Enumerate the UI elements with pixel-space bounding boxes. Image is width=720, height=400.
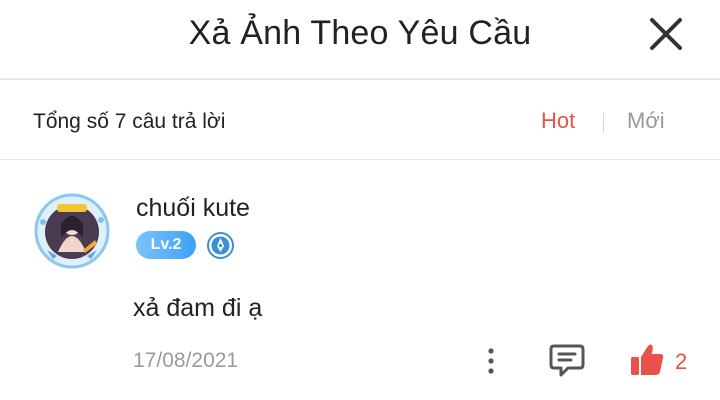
close-button[interactable] [646,14,686,54]
total-answers-label: Tổng số 7 câu trả lời [33,110,226,133]
more-options-button[interactable] [480,346,502,376]
more-vertical-icon [488,348,494,374]
pen-badge-icon [207,232,234,259]
comment-button[interactable] [548,342,586,378]
answer-username[interactable]: chuối kute [136,194,250,223]
header: Xả Ảnh Theo Yêu Cầu [0,0,720,80]
comment-icon [549,344,585,377]
sort-divider [603,113,604,133]
sort-hot-tab[interactable]: Hot [541,108,575,134]
like-button[interactable] [628,342,666,378]
page-title: Xả Ảnh Theo Yêu Cầu [188,14,532,52]
like-count[interactable]: 2 [675,349,687,375]
sort-new-tab[interactable]: Mới [627,108,665,134]
answers-toolbar: Tổng số 7 câu trả lời Hot Mới [0,82,720,160]
close-icon [650,18,682,50]
answer-date: 17/08/2021 [133,349,239,372]
level-badge: Lv.2 [136,231,196,259]
answer-text: xả đam đi ạ [133,294,263,322]
thumbs-up-icon [631,344,664,375]
avatar[interactable] [33,192,111,270]
avatar-image [34,193,110,269]
